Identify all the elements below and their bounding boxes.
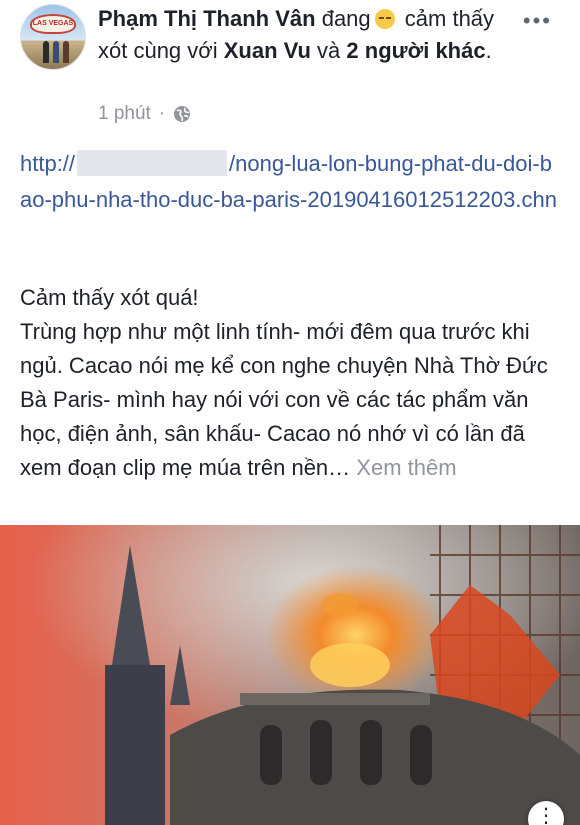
post-header: Phạm Thị Thanh Vân đang cảm thấy xót cùn… — [98, 3, 518, 67]
feeling-prefix: đang — [321, 6, 371, 31]
tagged-others[interactable]: 2 người khác — [346, 38, 485, 63]
meta-separator: · — [158, 103, 166, 124]
more-vertical-icon: ⋮ — [536, 805, 556, 825]
post-time[interactable]: 1 phút — [98, 103, 151, 125]
avatar-sign: LAS VEGAS — [30, 14, 76, 34]
see-more-link[interactable]: Xem thêm — [356, 455, 456, 480]
more-options-button[interactable]: ••• — [523, 8, 552, 34]
sad-face-icon — [374, 9, 395, 29]
body-text: Trùng hợp như một linh tính- mới đêm qua… — [20, 319, 548, 480]
post-body: Cảm thấy xót quá! Trùng hợp như một linh… — [20, 281, 565, 485]
more-horizontal-icon: ••• — [522, 8, 552, 33]
body-line-1: Cảm thấy xót quá! — [20, 285, 199, 310]
globe-icon[interactable] — [173, 105, 191, 123]
author-avatar[interactable]: LAS VEGAS — [20, 4, 86, 70]
connector-text: và — [317, 38, 341, 63]
link-prefix: http:// — [20, 151, 76, 176]
author-name[interactable]: Phạm Thị Thanh Vân — [98, 6, 316, 31]
article-link[interactable]: http:///nong-lua-lon-bung-phat-du-doi-ba… — [20, 146, 560, 218]
facebook-post: LAS VEGAS Phạm Thị Thanh Vân đang cảm th… — [0, 0, 580, 825]
tagged-person[interactable]: Xuan Vu — [224, 38, 311, 63]
post-photo[interactable]: ⋮ — [0, 525, 580, 825]
end-punctuation: . — [485, 38, 492, 63]
body-paragraph: Trùng hợp như một linh tính- mới đêm qua… — [20, 315, 565, 485]
redacted-domain — [77, 150, 228, 176]
post-meta: 1 phút · — [98, 103, 191, 125]
